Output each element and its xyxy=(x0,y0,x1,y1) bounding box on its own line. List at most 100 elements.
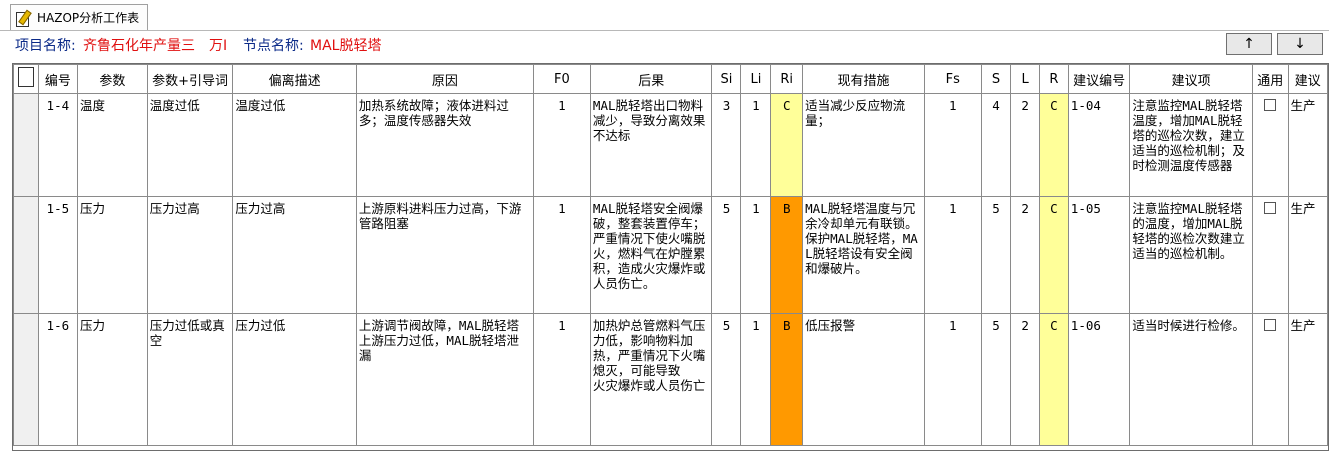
move-down-button[interactable]: ↓ xyxy=(1277,33,1323,55)
cell-li[interactable]: 1 xyxy=(740,196,772,314)
table-row[interactable]: 1-5 压力 压力过高 压力过高 上游原料进料压力过高，下游管路阻塞 1 MAL… xyxy=(13,196,1328,314)
cell-no[interactable]: 1-4 xyxy=(37,93,79,197)
cell-suggestion[interactable]: 适当时候进行检修。 xyxy=(1129,313,1253,446)
cell-r[interactable]: C xyxy=(1039,93,1069,197)
cell-suggestion[interactable]: 注意监控MAL脱轻塔的温度，增加MAL脱轻塔的巡检次数建立适当的巡检机制。 xyxy=(1129,196,1253,314)
cell-general[interactable] xyxy=(1251,93,1289,197)
edit-sheet-icon xyxy=(15,9,32,27)
select-all-header[interactable] xyxy=(13,64,39,94)
cell-measures[interactable]: 适当减少反应物流量； xyxy=(802,93,925,197)
col-header[interactable]: R xyxy=(1039,64,1069,94)
cell-ri[interactable]: C xyxy=(770,93,804,197)
cell-measures[interactable]: 低压报警 xyxy=(802,313,925,446)
col-header[interactable]: Li xyxy=(740,64,772,94)
cell-li[interactable]: 1 xyxy=(740,313,772,446)
col-header[interactable]: 现有措施 xyxy=(802,64,925,94)
row-selector[interactable] xyxy=(13,313,39,446)
cell-suggestion-no[interactable]: 1-04 xyxy=(1067,93,1131,197)
col-header[interactable]: 偏离描述 xyxy=(232,64,357,94)
cell-s[interactable]: 5 xyxy=(980,313,1012,446)
cell-r[interactable]: C xyxy=(1039,313,1069,446)
cell-deviation[interactable]: 压力过低 xyxy=(232,313,357,446)
cell-general[interactable] xyxy=(1251,196,1289,314)
general-checkbox[interactable] xyxy=(1264,202,1277,214)
col-header[interactable]: 通用 xyxy=(1251,64,1289,94)
col-header[interactable]: Ri xyxy=(770,64,804,94)
cell-ri[interactable]: B xyxy=(770,313,804,446)
cell-no[interactable]: 1-5 xyxy=(37,196,79,314)
cell-cause[interactable]: 加热系统故障；液体进料过多；温度传感器失效 xyxy=(355,93,534,197)
cell-suggestion[interactable]: 注意监控MAL脱轻塔温度，增加MAL脱轻塔的巡检次数，建立适当的巡检机制；及时检… xyxy=(1129,93,1253,197)
col-header[interactable]: 后果 xyxy=(589,64,713,94)
cell-param[interactable]: 温度 xyxy=(77,93,148,197)
cell-param[interactable]: 压力 xyxy=(77,313,148,446)
table-row[interactable]: 1-4 温度 温度过低 温度过低 加热系统故障；液体进料过多；温度传感器失效 1… xyxy=(13,93,1328,197)
col-header[interactable]: 建议 xyxy=(1287,64,1328,94)
tab-hazop-worksheet[interactable]: HAZOP分析工作表 xyxy=(10,4,148,30)
cell-suggestion-2[interactable]: 生产 xyxy=(1287,196,1328,314)
cell-f0[interactable]: 1 xyxy=(532,93,591,197)
cell-consequence[interactable]: MAL脱轻塔安全阀爆破，整套装置停车；严重情况下使火嘴脱火，燃料气在炉膛累积，造… xyxy=(589,196,713,314)
cell-cause[interactable]: 上游调节阀故障，MAL脱轻塔上游压力过低，MAL脱轻塔泄漏 xyxy=(355,313,534,446)
col-header[interactable]: 编号 xyxy=(37,64,79,94)
cell-suggestion-no[interactable]: 1-05 xyxy=(1067,196,1131,314)
cell-l[interactable]: 2 xyxy=(1010,196,1041,314)
general-checkbox[interactable] xyxy=(1264,319,1277,331)
col-header[interactable]: 参数 xyxy=(77,64,148,94)
general-checkbox[interactable] xyxy=(1264,99,1277,111)
col-header[interactable]: Fs xyxy=(923,64,982,94)
cell-suggestion-2[interactable]: 生产 xyxy=(1287,313,1328,446)
cell-deviation[interactable]: 压力过高 xyxy=(232,196,357,314)
cell-l[interactable]: 2 xyxy=(1010,93,1041,197)
cell-suggestion-2[interactable]: 生产 xyxy=(1287,93,1328,197)
cell-cause[interactable]: 上游原料进料压力过高，下游管路阻塞 xyxy=(355,196,534,314)
col-header[interactable]: F0 xyxy=(532,64,591,94)
node-name-value: MAL脱轻塔 xyxy=(310,38,382,54)
hazop-table: 编号 参数 参数+引导词 偏离描述 原因 F0 后果 Si Li Ri 现有措施… xyxy=(13,64,1328,446)
cell-param[interactable]: 压力 xyxy=(77,196,148,314)
cell-l[interactable]: 2 xyxy=(1010,313,1041,446)
node-name-label: 节点名称: xyxy=(243,38,304,54)
cell-param-guide[interactable]: 温度过低 xyxy=(146,93,234,197)
table-row[interactable]: 1-6 压力 压力过低或真空 压力过低 上游调节阀故障，MAL脱轻塔上游压力过低… xyxy=(13,313,1328,446)
cell-si[interactable]: 3 xyxy=(711,93,742,197)
row-selector[interactable] xyxy=(13,93,39,197)
info-bar: 项目名称: 齐鲁石化年产量三 万I 节点名称: MAL脱轻塔 xyxy=(0,31,1329,59)
select-all-box[interactable] xyxy=(17,67,34,87)
cell-f0[interactable]: 1 xyxy=(532,196,591,314)
cell-fs[interactable]: 1 xyxy=(923,313,982,446)
cell-general[interactable] xyxy=(1251,313,1289,446)
cell-fs[interactable]: 1 xyxy=(923,196,982,314)
col-header[interactable]: 建议项 xyxy=(1129,64,1253,94)
project-name-value: 齐鲁石化年产量三 万I xyxy=(83,38,228,54)
row-selector[interactable] xyxy=(13,196,39,314)
cell-measures[interactable]: MAL脱轻塔温度与冗余冷却单元有联锁。保护MAL脱轻塔，MAL脱轻塔设有安全阀和… xyxy=(802,196,925,314)
cell-fs[interactable]: 1 xyxy=(923,93,982,197)
col-header[interactable]: 建议编号 xyxy=(1067,64,1131,94)
col-header[interactable]: 原因 xyxy=(355,64,534,94)
hazop-grid: 编号 参数 参数+引导词 偏离描述 原因 F0 后果 Si Li Ri 现有措施… xyxy=(12,63,1329,451)
col-header[interactable]: Si xyxy=(711,64,742,94)
cell-suggestion-no[interactable]: 1-06 xyxy=(1067,313,1131,446)
cell-deviation[interactable]: 温度过低 xyxy=(232,93,357,197)
cell-s[interactable]: 5 xyxy=(980,196,1012,314)
move-up-button[interactable]: ↑ xyxy=(1226,33,1272,55)
cell-param-guide[interactable]: 压力过高 xyxy=(146,196,234,314)
col-header[interactable]: 参数+引导词 xyxy=(146,64,234,94)
cell-consequence[interactable]: MAL脱轻塔出口物料减少，导致分离效果不达标 xyxy=(589,93,713,197)
cell-li[interactable]: 1 xyxy=(740,93,772,197)
cell-si[interactable]: 5 xyxy=(711,196,742,314)
tab-bar: HAZOP分析工作表 xyxy=(0,0,1329,31)
cell-consequence[interactable]: 加热炉总管燃料气压力低，影响物料加热，严重情况下火嘴熄灭，可能导致 火灾爆炸或人… xyxy=(589,313,713,446)
project-name-label: 项目名称: xyxy=(15,38,76,54)
cell-si[interactable]: 5 xyxy=(711,313,742,446)
cell-no[interactable]: 1-6 xyxy=(37,313,79,446)
cell-param-guide[interactable]: 压力过低或真空 xyxy=(146,313,234,446)
col-header[interactable]: L xyxy=(1010,64,1041,94)
cell-r[interactable]: C xyxy=(1039,196,1069,314)
cell-ri[interactable]: B xyxy=(770,196,804,314)
cell-f0[interactable]: 1 xyxy=(532,313,591,446)
header-row: 编号 参数 参数+引导词 偏离描述 原因 F0 后果 Si Li Ri 现有措施… xyxy=(13,64,1328,94)
cell-s[interactable]: 4 xyxy=(980,93,1012,197)
col-header[interactable]: S xyxy=(980,64,1012,94)
